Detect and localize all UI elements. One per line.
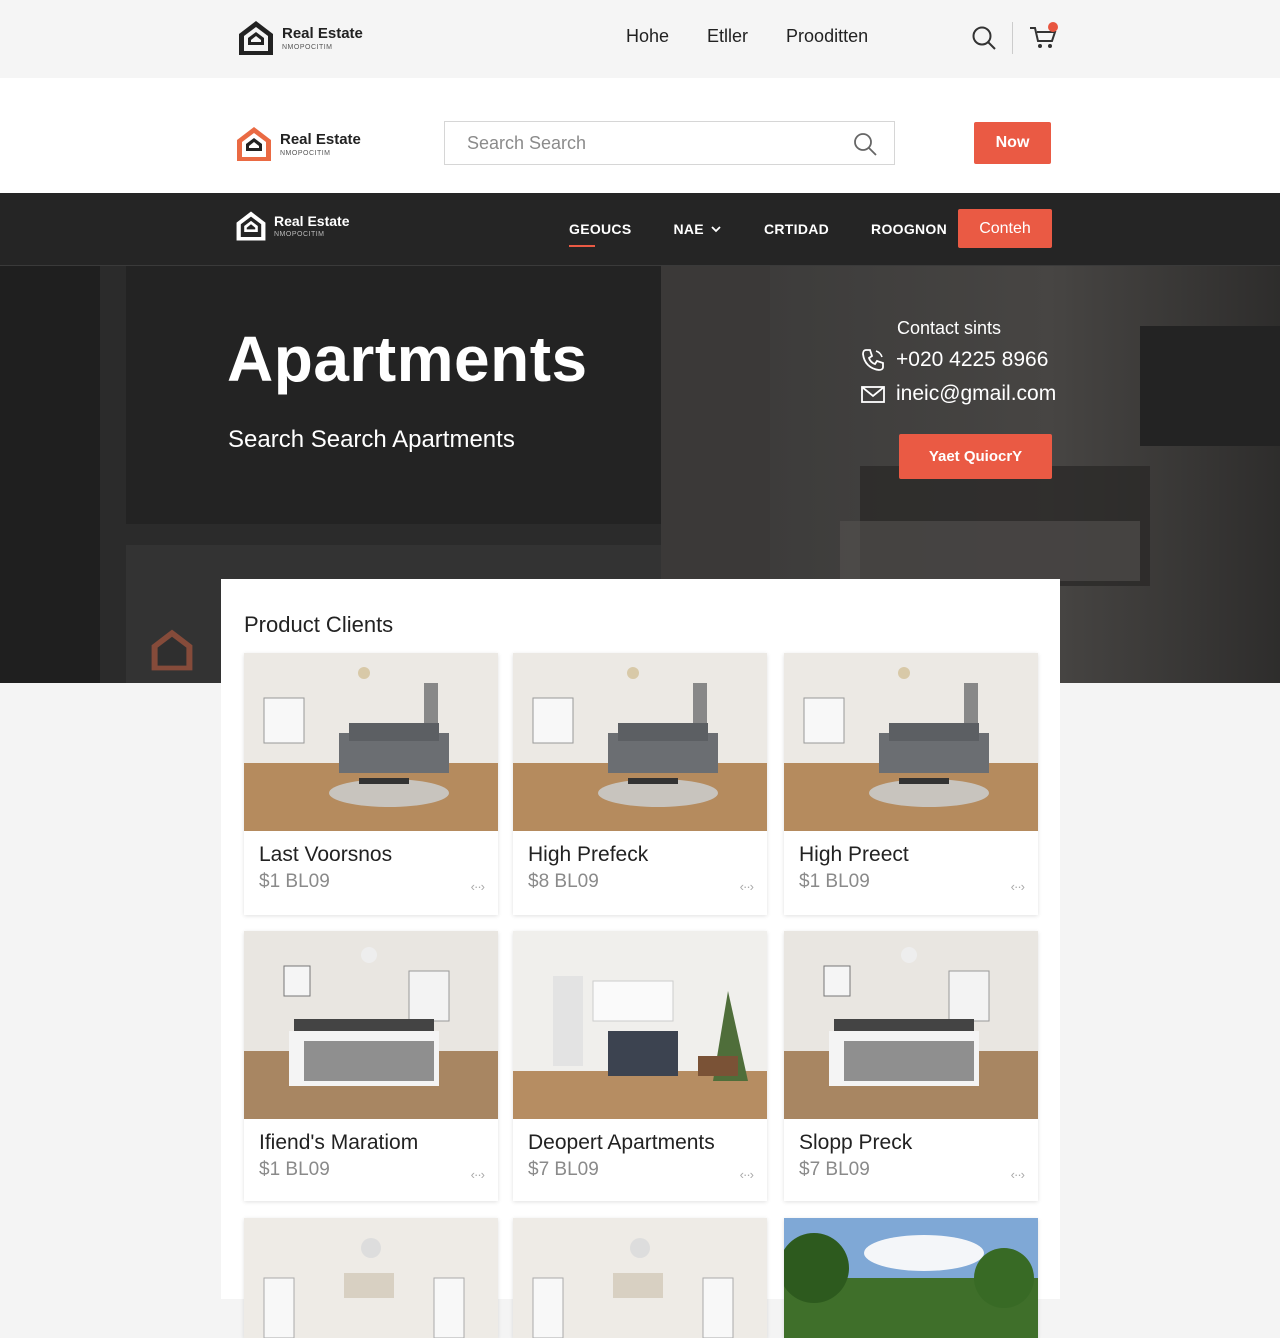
main-nav-item-2[interactable]: NAE [673,221,721,237]
top-nav-item-3[interactable]: Prooditten [786,26,868,47]
search-icon[interactable] [970,24,998,52]
contact-phone[interactable]: +020 4225 8966 [896,348,1048,372]
listing-panel: Product Clients Last Voorsnos $1 BL09 ‹··›… [221,579,1060,1338]
contact-email[interactable]: ineic@gmail.com [896,382,1056,406]
listing-photo[interactable] [513,931,767,1119]
brand-logo-dark[interactable]: Real Estate NMOPOCITIM [234,209,349,243]
listing-photo[interactable] [513,653,767,831]
top-nav-item-home[interactable]: Hohe [626,26,669,47]
listing-title[interactable]: Last Voorsnos [259,843,392,867]
listing-photo[interactable] [784,1218,1038,1338]
top-bar: Real Estate NMOPOCITIM Hohe Etller Prood… [0,0,1280,78]
hero-title: Apartments [227,323,588,395]
listing-card[interactable]: High Prefeck $8 BL09 ‹··› [513,653,767,915]
listing-price: $7 BL09 [528,1159,599,1180]
arrows-icon[interactable]: ‹··› [471,1167,485,1182]
house-logo-icon [151,629,193,671]
listing-price: $7 BL09 [799,1159,870,1180]
listing-photo[interactable] [513,1218,767,1338]
house-logo-icon [237,127,271,161]
brand-logo[interactable]: Real Estate NMOPOCITIM [236,18,363,58]
arrows-icon[interactable]: ‹··› [1011,879,1025,894]
top-nav-item-2[interactable]: Etller [707,26,748,47]
mail-icon [861,386,885,403]
house-logo-icon [239,21,273,55]
listing-title[interactable]: High Prefeck [528,843,648,867]
listing-card[interactable]: Ifiend's Maratiom $1 BL09 ‹··› [244,931,498,1201]
house-logo-icon [236,211,266,241]
listing-photo[interactable] [244,931,498,1119]
listing-card[interactable] [244,1218,498,1338]
listing-price: $1 BL09 [259,871,330,892]
chevron-down-icon [711,226,721,233]
listing-price: $8 BL09 [528,871,599,892]
cart-badge [1048,22,1058,32]
listing-card[interactable]: Slopp Preck $7 BL09 ‹··› [784,931,1038,1201]
contact-label: Contact sints [897,318,1002,338]
listing-photo[interactable] [244,1218,498,1338]
listing-photo[interactable] [784,931,1038,1119]
listing-card[interactable]: Deopert Apartments $7 BL09 ‹··› [513,931,767,1201]
hero-subtitle: Search Search Apartments [228,426,515,453]
listing-card[interactable] [513,1218,767,1338]
cart-button[interactable] [1028,22,1058,52]
main-nav-item-3[interactable]: CRTIDAD [764,221,829,237]
main-nav-menu: GEOUCS NAE CRTIDAD ROOGNON [569,221,989,247]
main-nav: Real Estate NMOPOCITIM GEOUCS NAE CRTIDA… [0,193,1280,266]
listing-card[interactable]: Last Voorsnos $1 BL09 ‹··› [244,653,498,915]
listing-title[interactable]: Ifiend's Maratiom [259,1131,418,1155]
arrows-icon[interactable]: ‹··› [471,879,485,894]
search-field [444,121,895,165]
brand-tagline: NMOPOCITIM [280,149,331,157]
listing-price: $1 BL09 [259,1159,330,1180]
search-bar-row: Real Estate NMOPOCITIM Now [0,78,1280,193]
arrows-icon[interactable]: ‹··› [740,879,754,894]
brand-name: Real Estate [280,130,361,148]
main-nav-item-4[interactable]: ROOGNON [871,221,947,237]
contact-button[interactable]: Conteh [958,209,1052,248]
contact-info: Contact sints +020 4225 8966 ineic@gmail… [860,318,1056,407]
quote-button[interactable]: Yaet QuiocrY [899,434,1052,479]
arrows-icon[interactable]: ‹··› [1011,1167,1025,1182]
listing-title: Product Clients [244,612,394,637]
arrows-icon[interactable]: ‹··› [740,1167,754,1182]
listing-photo[interactable] [784,653,1038,831]
top-nav: Hohe Etller Prooditten [626,26,868,47]
search-icon[interactable] [852,131,878,157]
listing-price: $1 BL09 [799,871,870,892]
listing-photo[interactable] [244,653,498,831]
listing-title[interactable]: High Preect [799,843,909,867]
divider [1012,22,1013,54]
brand-tagline: NMOPOCITIM [274,231,325,238]
brand-name: Real Estate [282,24,363,42]
phone-icon [862,349,884,371]
now-button[interactable]: Now [974,122,1051,164]
listing-title[interactable]: Slopp Preck [799,1131,912,1155]
brand-name: Real Estate [274,213,350,229]
search-input[interactable] [445,122,825,164]
listing-card[interactable]: High Preect $1 BL09 ‹··› [784,653,1038,915]
brand-logo-secondary[interactable]: Real Estate NMOPOCITIM [234,124,361,164]
listing-title[interactable]: Deopert Apartments [528,1131,715,1155]
brand-tagline: NMOPOCITIM [282,43,333,51]
main-nav-item-1[interactable]: GEOUCS [569,221,631,247]
listing-card[interactable] [784,1218,1038,1338]
